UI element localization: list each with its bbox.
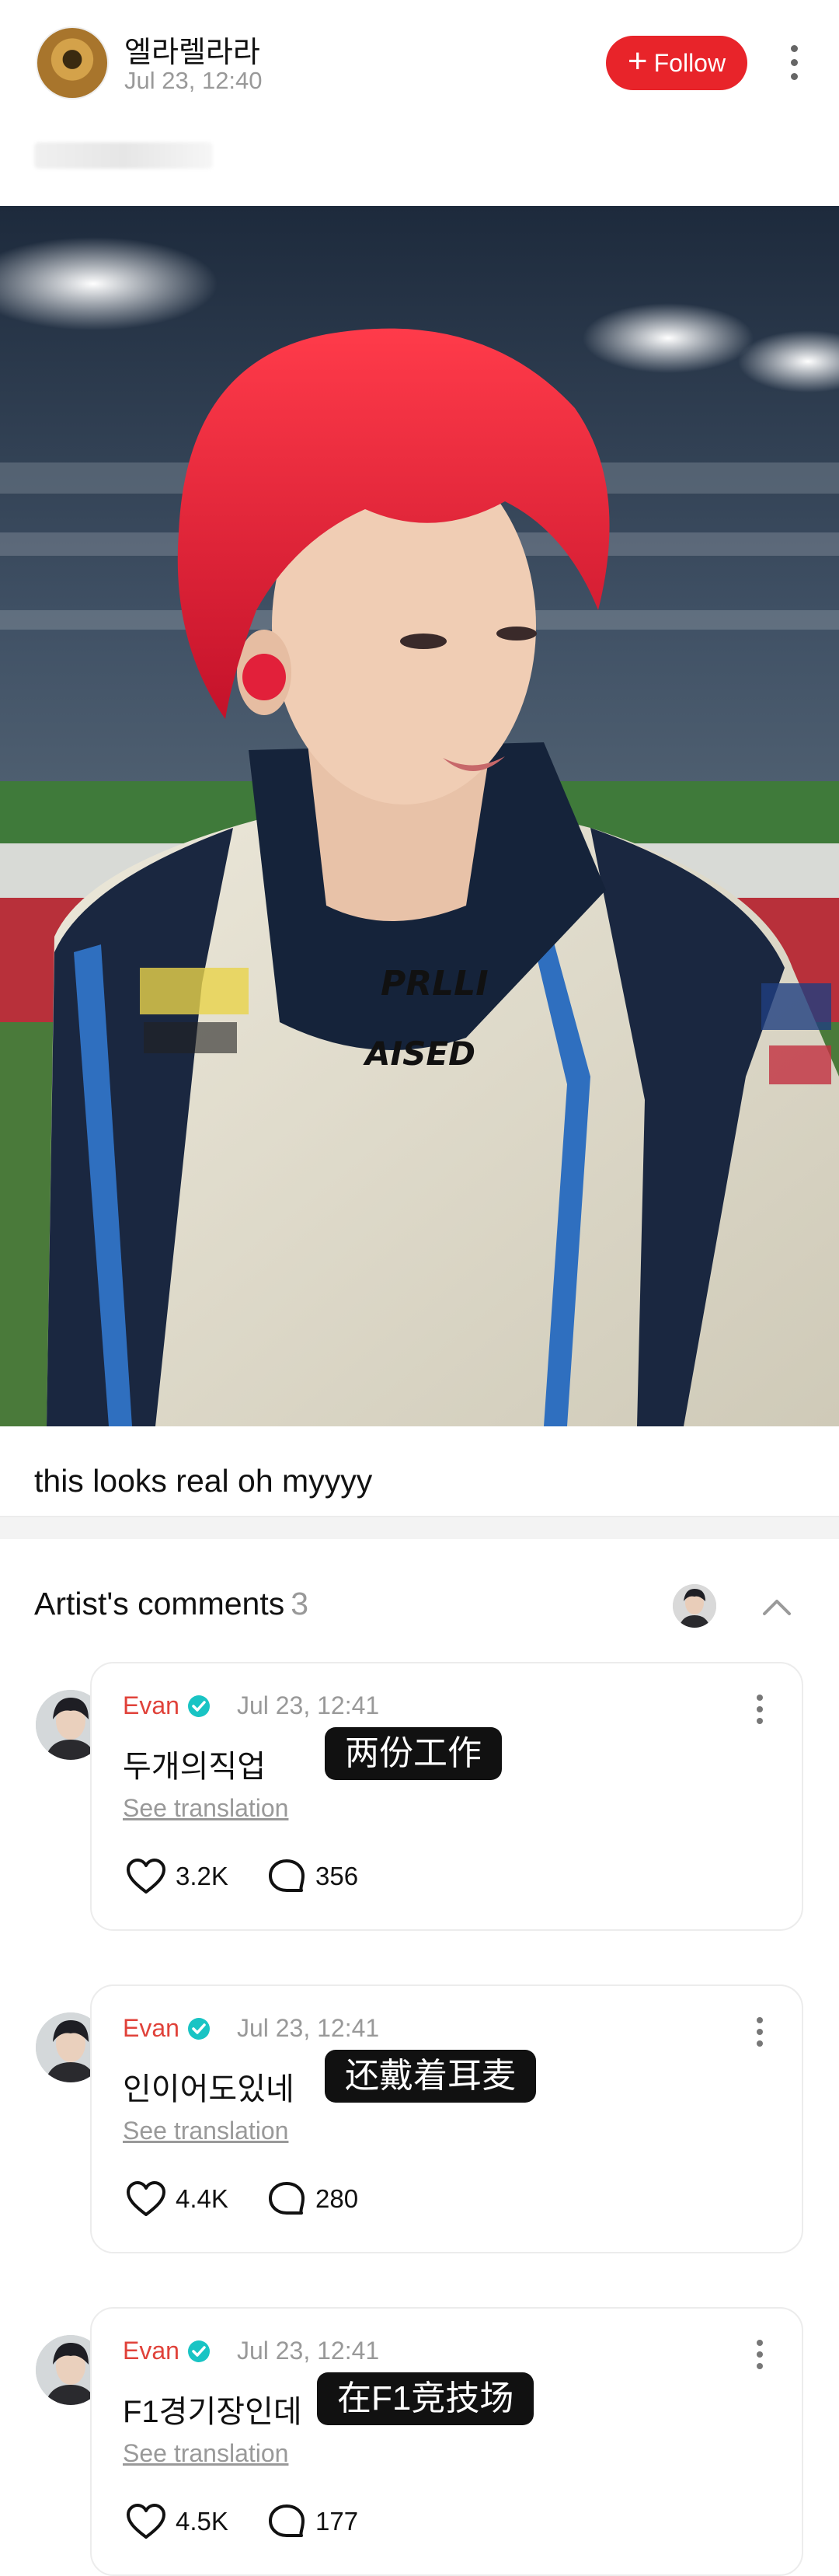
see-translation-link[interactable]: See translation [123,2117,288,2145]
verified-icon [187,2340,210,2362]
comment-author-name: Evan [123,2337,179,2365]
reply-button[interactable]: 177 [267,2503,358,2540]
section-divider [0,1516,839,1539]
comment-timestamp: Jul 23, 12:41 [236,1691,380,1719]
comment-card[interactable]: Evan Jul 23, 12:41 F1경기장인데 在F1竞技场 See tr… [90,2307,803,2576]
svg-text:PRLLI: PRLLI [381,964,489,1004]
comment-card[interactable]: Evan Jul 23, 12:41 인이어도있네 还戴着耳麦 See tran… [90,1984,803,2253]
reply-button[interactable]: 356 [267,1858,358,1895]
artist-comments-label: Artist's comments [34,1586,285,1621]
svg-text:AISED: AISED [363,1035,475,1073]
verified-icon [187,2017,210,2040]
comment-author-name: Evan [123,2014,179,2042]
like-button[interactable]: 4.5K [126,2503,228,2540]
comment-bubble-icon [269,2182,305,2215]
post-photo[interactable]: PRLLI AISED [0,206,839,1426]
comment-bubble-icon [269,1859,305,1892]
comment-text: 두개의직업 [123,1750,266,1784]
heart-icon [127,2181,165,2216]
reply-count: 280 [315,2184,359,2213]
more-options-icon[interactable] [778,39,809,86]
comment-more-icon[interactable] [752,2012,768,2051]
reply-count: 177 [315,2507,359,2536]
comment-author[interactable]: Evan Jul 23, 12:41 [123,2337,379,2365]
like-button[interactable]: 3.2K [126,1858,228,1895]
follow-button[interactable]: + Follow [606,36,747,90]
heart-icon [127,1859,165,1894]
translation-badge: 还戴着耳麦 [325,2050,536,2103]
reply-count: 356 [315,1862,359,1890]
see-translation-link[interactable]: See translation [123,1794,288,1823]
like-count: 4.5K [176,2507,228,2536]
comment-bubble-icon [269,2504,305,2537]
follow-label: Follow [653,48,726,77]
see-translation-link[interactable]: See translation [123,2439,288,2468]
comment-text: F1경기장인데 [123,2395,302,2429]
comment-timestamp: Jul 23, 12:41 [236,2337,380,2365]
comment-timestamp: Jul 23, 12:41 [236,2014,380,2042]
author-avatar[interactable] [36,26,109,99]
blurred-text [34,142,213,169]
like-count: 3.2K [176,1862,228,1890]
plus-icon: + [627,42,648,80]
post-caption: this looks real oh myyyy [34,1463,373,1499]
like-count: 4.4K [176,2184,228,2213]
translation-badge: 两份工作 [325,1727,502,1780]
verified-icon [187,1695,210,1717]
artist-comments-count: 3 [291,1586,309,1621]
comment-card[interactable]: Evan Jul 23, 12:41 두개의직업 两份工作 See transl… [90,1662,803,1931]
artist-comments-title: Artist's comments 3 [34,1586,308,1622]
comment-author[interactable]: Evan Jul 23, 12:41 [123,1691,379,1720]
comment-text: 인이어도있네 [123,2072,294,2107]
like-button[interactable]: 4.4K [126,2180,228,2218]
chevron-up-icon[interactable] [761,1592,792,1623]
comment-author[interactable]: Evan Jul 23, 12:41 [123,2014,379,2043]
comment-more-icon[interactable] [752,2335,768,2374]
artist-avatar[interactable] [673,1584,716,1628]
translation-badge: 在F1竞技场 [317,2372,534,2425]
heart-icon [127,2504,165,2539]
post-timestamp: Jul 23, 12:40 [124,67,263,94]
comment-author-name: Evan [123,1691,179,1719]
reply-button[interactable]: 280 [267,2180,358,2218]
author-username[interactable]: 엘라렐라라 [124,28,260,71]
comment-more-icon[interactable] [752,1690,768,1729]
